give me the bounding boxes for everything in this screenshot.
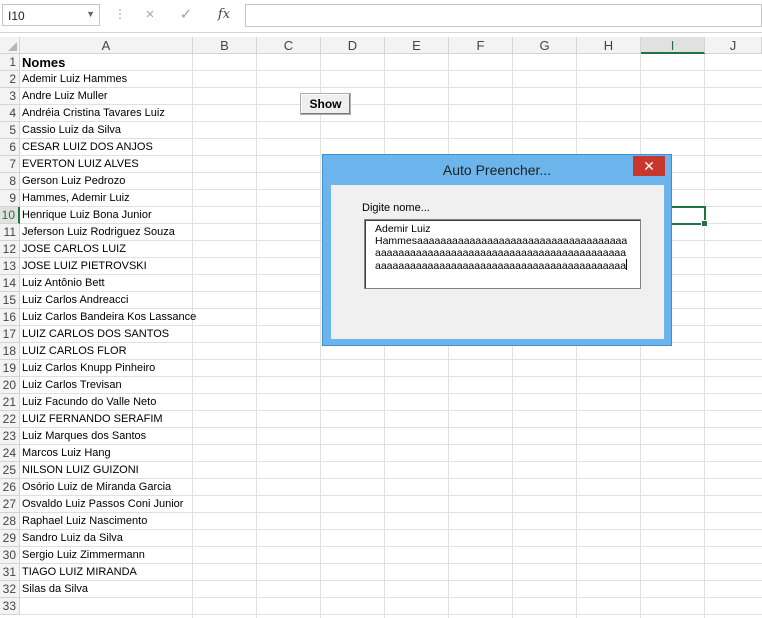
row-header[interactable]: 12 xyxy=(0,241,20,258)
formula-bar: I10 ▼ ⋮ × ✓ fx xyxy=(0,0,762,33)
name-cell[interactable]: Silas da Silva xyxy=(22,581,88,598)
name-cell[interactable]: Jeferson Luiz Rodriguez Souza xyxy=(22,224,175,241)
name-cell[interactable]: Luiz Facundo do Valle Neto xyxy=(22,394,156,411)
row-header[interactable]: 23 xyxy=(0,428,20,445)
row-header[interactable]: 8 xyxy=(0,173,20,190)
name-cell[interactable]: Gerson Luiz Pedrozo xyxy=(22,173,125,190)
column-header-h[interactable]: H xyxy=(577,37,641,54)
textbox-line: aaaaaaaaaaaaaaaaaaaaaaaaaaaaaaaaaaaaaaaa… xyxy=(375,247,627,259)
name-cell[interactable]: Raphael Luiz Nascimento xyxy=(22,513,147,530)
row-header[interactable]: 18 xyxy=(0,343,20,360)
text-caret xyxy=(626,259,628,270)
name-cell[interactable]: Osvaldo Luiz Passos Coni Junior xyxy=(22,496,183,513)
row-header[interactable]: 25 xyxy=(0,462,20,479)
chevron-down-icon[interactable]: ▼ xyxy=(86,9,95,19)
name-cell[interactable]: LUIZ CARLOS FLOR xyxy=(22,343,127,360)
dialog-body: Digite nome... Ademir Luiz Hammesaaaaaaa… xyxy=(331,185,664,339)
row-header[interactable]: 17 xyxy=(0,326,20,343)
row-header[interactable]: 15 xyxy=(0,292,20,309)
name-cell[interactable]: Luiz Marques dos Santos xyxy=(22,428,146,445)
auto-preencher-dialog: Auto Preencher... ✕ Digite nome... Ademi… xyxy=(322,154,672,346)
name-cell[interactable]: Hammes, Ademir Luiz xyxy=(22,190,130,207)
textbox-line-last: aaaaaaaaaaaaaaaaaaaaaaaaaaaaaaaaaaaaaaaa… xyxy=(375,259,640,272)
row-header[interactable]: 32 xyxy=(0,581,20,598)
drag-handle-icon[interactable]: ⋮ xyxy=(114,7,126,21)
row-header[interactable]: 3 xyxy=(0,88,20,105)
row-header[interactable]: 22 xyxy=(0,411,20,428)
name-cell[interactable]: Marcos Luiz Hang xyxy=(22,445,111,462)
row-header[interactable]: 33 xyxy=(0,598,20,615)
textbox-line: Ademir Luiz xyxy=(375,223,431,235)
column-header-f[interactable]: F xyxy=(449,37,513,54)
row-header[interactable]: 4 xyxy=(0,105,20,122)
enter-icon[interactable]: ✓ xyxy=(174,5,198,25)
row-header[interactable]: 10 xyxy=(0,207,20,224)
row-header[interactable]: 6 xyxy=(0,139,20,156)
name-cell[interactable]: CESAR LUIZ DOS ANJOS xyxy=(22,139,153,156)
row-header[interactable]: 13 xyxy=(0,258,20,275)
row-header[interactable]: 28 xyxy=(0,513,20,530)
name-cell[interactable]: Sergio Luiz Zimmermann xyxy=(22,547,145,564)
name-cell[interactable]: Ademir Luiz Hammes xyxy=(22,71,127,88)
row-header[interactable]: 21 xyxy=(0,394,20,411)
name-prompt-label: Digite nome... xyxy=(362,202,430,214)
name-cell[interactable]: Luiz Carlos Trevisan xyxy=(22,377,122,394)
row-header[interactable]: 2 xyxy=(0,71,20,88)
name-cell[interactable]: LUIZ FERNANDO SERAFIM xyxy=(22,411,163,428)
column-header-j[interactable]: J xyxy=(705,37,762,54)
row-header[interactable]: 27 xyxy=(0,496,20,513)
column-header-i[interactable]: I xyxy=(641,37,705,54)
row-header[interactable]: 31 xyxy=(0,564,20,581)
row-header[interactable]: 30 xyxy=(0,547,20,564)
row-header[interactable]: 24 xyxy=(0,445,20,462)
name-textbox[interactable]: Ademir Luiz Hammesaaaaaaaaaaaaaaaaaaaaaa… xyxy=(364,219,641,289)
name-cell[interactable]: Osório Luiz de Miranda Garcia xyxy=(22,479,171,496)
formula-input[interactable] xyxy=(245,4,762,27)
row-header[interactable]: 16 xyxy=(0,309,20,326)
close-icon[interactable]: ✕ xyxy=(633,156,665,176)
name-cell[interactable]: JOSE LUIZ PIETROVSKI xyxy=(22,258,147,275)
row-header[interactable]: 26 xyxy=(0,479,20,496)
column-header-a[interactable]: A xyxy=(20,37,193,54)
name-cell[interactable]: Andréia Cristina Tavares Luiz xyxy=(22,105,165,122)
column-header-e[interactable]: E xyxy=(385,37,449,54)
name-cell[interactable]: Cassio Luiz da Silva xyxy=(22,122,121,139)
dialog-title: Auto Preencher... xyxy=(442,162,552,178)
name-cell[interactable]: LUIZ CARLOS DOS SANTOS xyxy=(22,326,169,343)
name-box[interactable]: I10 ▼ xyxy=(2,4,100,26)
row-header[interactable]: 19 xyxy=(0,360,20,377)
name-cell[interactable]: Luiz Carlos Knupp Pinheiro xyxy=(22,360,155,377)
column-header-d[interactable]: D xyxy=(321,37,385,54)
insert-function-icon[interactable]: fx xyxy=(212,5,236,25)
column-header-c[interactable]: C xyxy=(257,37,321,54)
name-cell[interactable]: EVERTON LUIZ ALVES xyxy=(22,156,139,173)
select-all-button[interactable] xyxy=(0,37,20,54)
row-header[interactable]: 5 xyxy=(0,122,20,139)
name-cell[interactable]: Luiz Carlos Bandeira Kos Lassance xyxy=(22,309,196,326)
show-button[interactable]: Show xyxy=(300,93,351,115)
row-header[interactable]: 9 xyxy=(0,190,20,207)
name-box-value: I10 xyxy=(8,9,25,23)
name-cell[interactable]: JOSE CARLOS LUIZ xyxy=(22,241,126,258)
row-header[interactable]: 20 xyxy=(0,377,20,394)
column-a-header-cell[interactable]: Nomes xyxy=(22,54,65,71)
name-cell[interactable]: Luiz Antônio Bett xyxy=(22,275,105,292)
row-header[interactable]: 29 xyxy=(0,530,20,547)
name-cell[interactable]: Sandro Luiz da Silva xyxy=(22,530,123,547)
name-cell[interactable]: TIAGO LUIZ MIRANDA xyxy=(22,564,137,581)
row-header[interactable]: 11 xyxy=(0,224,20,241)
column-header-b[interactable]: B xyxy=(193,37,257,54)
row-header[interactable]: 7 xyxy=(0,156,20,173)
name-cell[interactable]: Andre Luiz Muller xyxy=(22,88,108,105)
textbox-line-text: aaaaaaaaaaaaaaaaaaaaaaaaaaaaaaaaaaaaaaaa… xyxy=(375,260,627,272)
row-header[interactable]: 1 xyxy=(0,54,20,71)
name-cell[interactable]: Luiz Carlos Andreacci xyxy=(22,292,128,309)
row-header[interactable]: 14 xyxy=(0,275,20,292)
column-header-g[interactable]: G xyxy=(513,37,577,54)
cancel-icon[interactable]: × xyxy=(138,5,162,25)
name-cell[interactable]: NILSON LUIZ GUIZONI xyxy=(22,462,139,479)
textbox-line: Hammesaaaaaaaaaaaaaaaaaaaaaaaaaaaaaaaaaa… xyxy=(375,235,628,247)
name-cell[interactable]: Henrique Luiz Bona Junior xyxy=(22,207,152,224)
